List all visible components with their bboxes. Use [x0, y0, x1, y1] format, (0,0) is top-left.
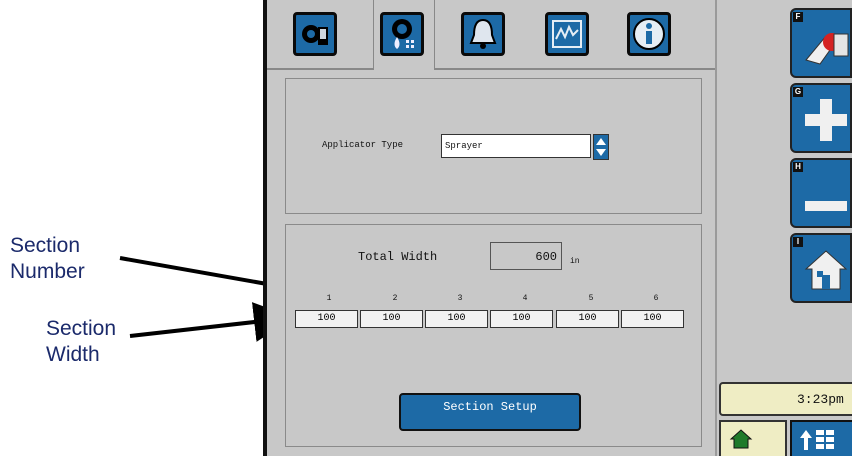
- total-width-label: Total Width: [358, 250, 438, 264]
- tab-alarms[interactable]: [461, 12, 505, 56]
- toggle-switch-icon: [805, 33, 849, 65]
- section-width-field[interactable]: 100: [621, 310, 684, 328]
- section-width-field[interactable]: 100: [490, 310, 553, 328]
- applicator-type-value: Sprayer: [445, 141, 483, 151]
- section-width-field[interactable]: 100: [295, 310, 358, 328]
- alarm-bell-icon: [469, 18, 497, 49]
- graph-monitor-icon: [552, 20, 582, 48]
- home-icon: [804, 250, 848, 290]
- up-down-arrows-icon: [596, 138, 606, 156]
- clock-time: 3:23pm: [797, 392, 844, 407]
- total-width-unit: in: [570, 257, 580, 266]
- section-setup-button[interactable]: Section Setup: [399, 393, 581, 431]
- home-small-icon: [729, 429, 753, 449]
- applicator-panel: Applicator Type Sprayer: [285, 78, 702, 214]
- minus-icon: [805, 201, 847, 211]
- softkey-h-label: H: [793, 162, 803, 172]
- home-nav-button[interactable]: [719, 420, 787, 456]
- display-screen: Applicator Type Sprayer Total Width 600 …: [263, 0, 852, 456]
- applicator-type-spinner[interactable]: [593, 134, 609, 160]
- section-number: 2: [392, 294, 398, 303]
- section-width-field[interactable]: 100: [556, 310, 619, 328]
- softkey-g-label: G: [793, 87, 803, 97]
- section-number: 6: [653, 294, 659, 303]
- settings-gear-icon: [302, 25, 328, 45]
- section-panel: Total Width 600 in 1 2 3 4 5 6 100 100 1…: [285, 224, 702, 447]
- applicator-type-select[interactable]: Sprayer: [441, 134, 591, 158]
- section-number: 5: [588, 294, 594, 303]
- plus-icon: [805, 99, 847, 141]
- softkey-f-label: F: [793, 12, 803, 22]
- applicator-type-label: Applicator Type: [322, 140, 404, 150]
- clock-box: 3:23pm: [719, 382, 852, 416]
- tab-sprayer[interactable]: [380, 12, 424, 56]
- section-number: 1: [326, 294, 332, 303]
- info-icon: [633, 18, 665, 50]
- tab-monitor[interactable]: [545, 12, 589, 56]
- section-width-field[interactable]: 100: [360, 310, 423, 328]
- softkey-column-divider: [715, 0, 717, 456]
- softkey-i-label: I: [793, 237, 803, 247]
- section-number: 3: [457, 294, 463, 303]
- menu-nav-button[interactable]: [790, 420, 852, 456]
- menu-grid-icon: [800, 430, 834, 450]
- section-width-field[interactable]: 100: [425, 310, 488, 328]
- tab-info[interactable]: [627, 12, 671, 56]
- total-width-value: 600: [535, 250, 557, 264]
- tab-settings[interactable]: [293, 12, 337, 56]
- total-width-field[interactable]: 600: [490, 242, 562, 270]
- section-number: 4: [522, 294, 528, 303]
- sprayer-settings-icon: [392, 19, 414, 49]
